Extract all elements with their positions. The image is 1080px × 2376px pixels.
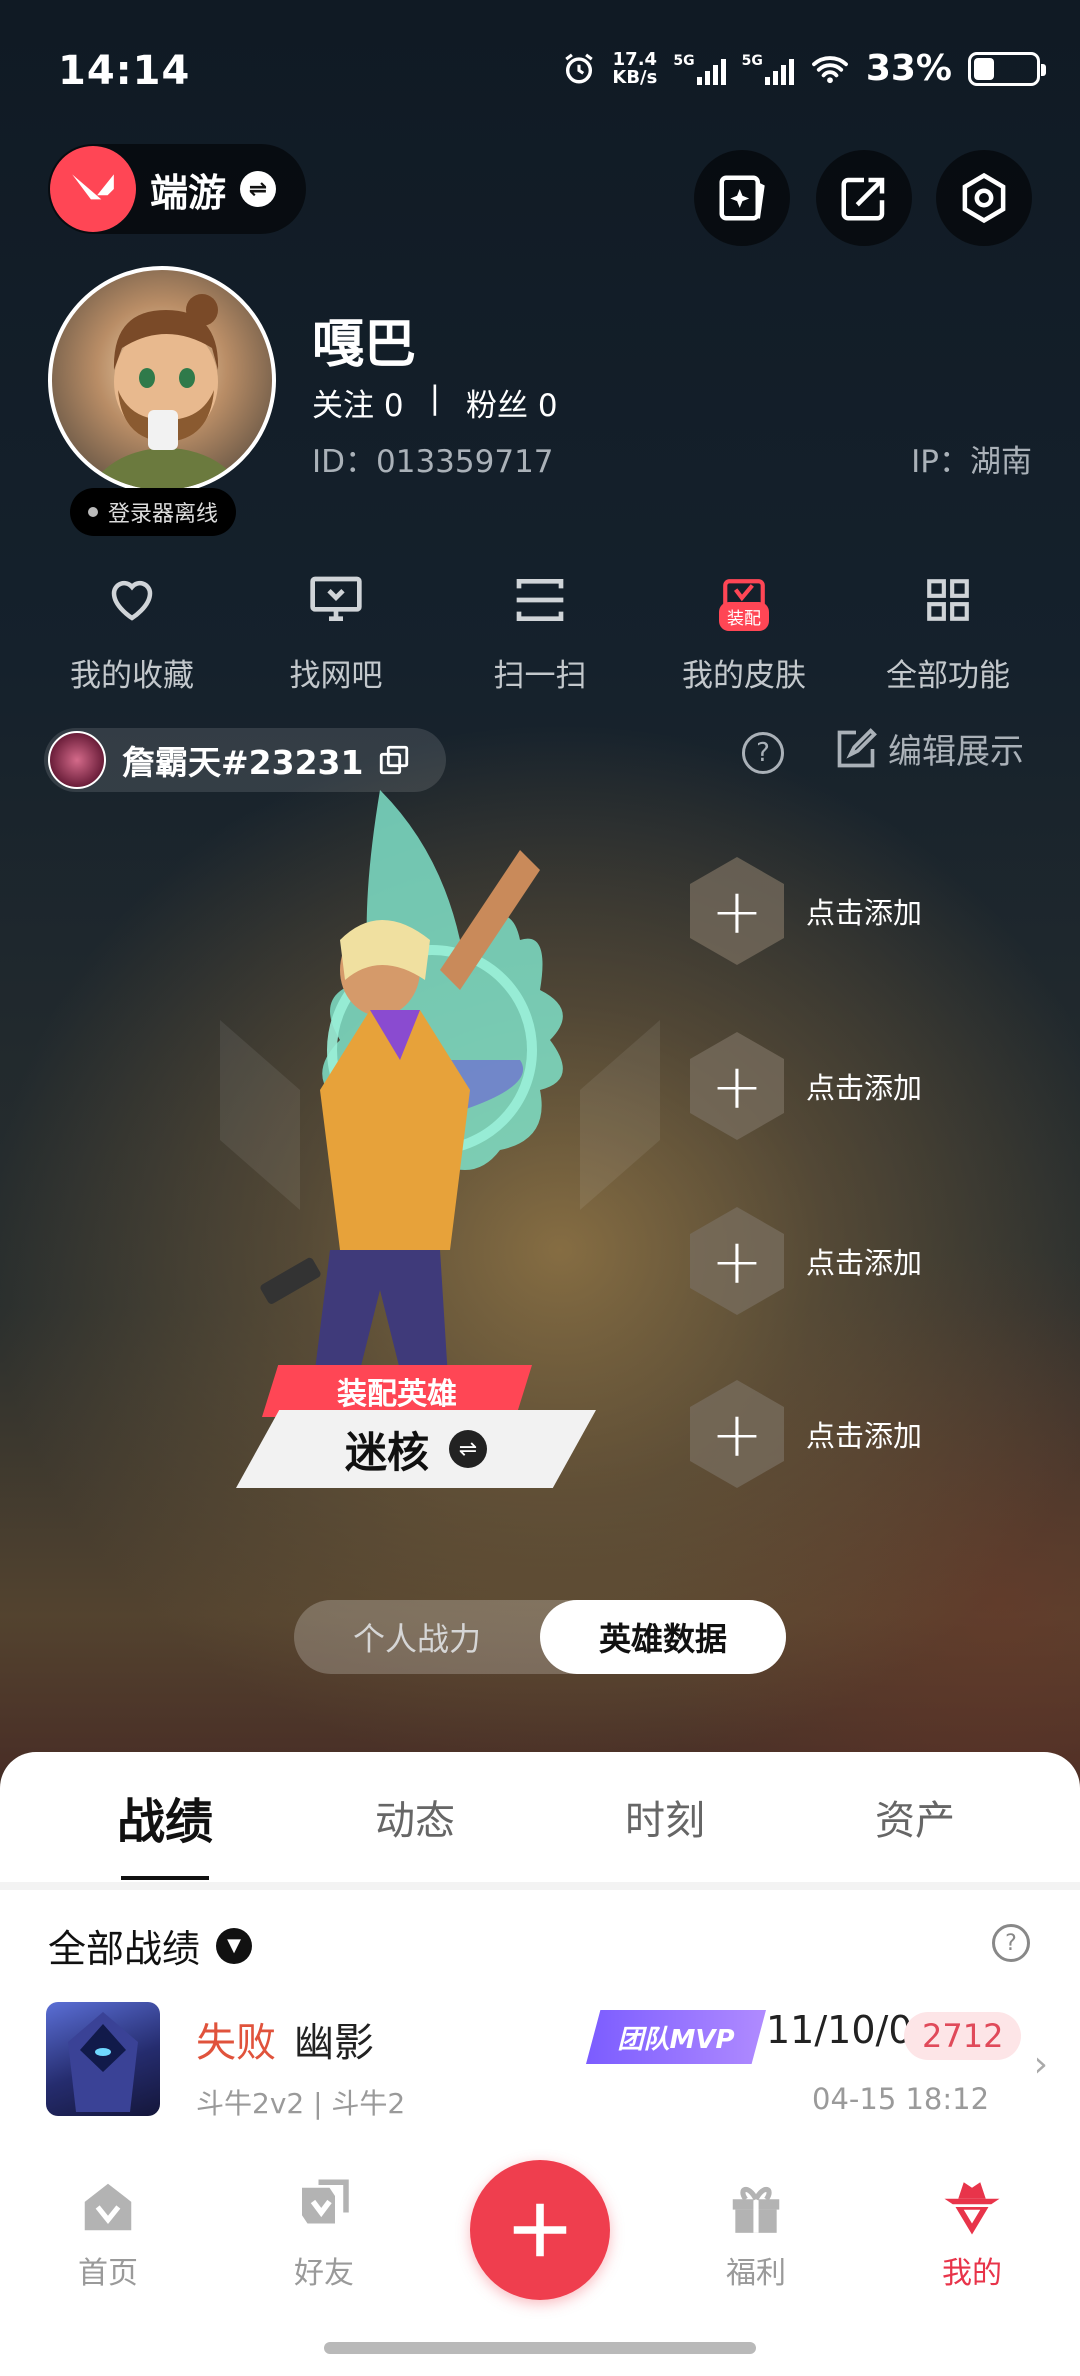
profile-page: 14:14 17.4 KB/s 5G 5G 33% 端游 ⇌ 登录器离线 嘎巴 … bbox=[0, 0, 1080, 2376]
app-switcher[interactable]: 端游 ⇌ bbox=[48, 144, 306, 234]
segment-hero-data[interactable]: 英雄数据 bbox=[540, 1600, 786, 1674]
add-slot[interactable]: + 点击添加 bbox=[690, 1378, 990, 1490]
help-icon[interactable]: ? bbox=[742, 732, 784, 774]
copy-icon[interactable] bbox=[377, 743, 411, 777]
settings-button[interactable] bbox=[936, 150, 1032, 246]
divider bbox=[0, 1882, 1080, 1890]
swap-icon: ⇌ bbox=[240, 171, 277, 207]
tab-bar: 战绩 动态 时刻 资产 bbox=[0, 1752, 1080, 1882]
plus-icon bbox=[513, 2203, 567, 2257]
followers-count[interactable]: 粉丝 0 bbox=[466, 380, 558, 425]
match-row[interactable]: 失败 幽影 斗牛2v2 | 斗牛2 团队MVP 11/10/0 2712 04-… bbox=[0, 2002, 1080, 2132]
quick-functions: 我的收藏 找网吧 扫一扫 装配 我的皮肤 全部功能 bbox=[0, 560, 1080, 695]
agent-hat-icon bbox=[944, 2182, 1000, 2235]
player-name: 詹霸天#23231 bbox=[122, 743, 364, 782]
clock: 14:14 bbox=[58, 48, 191, 94]
nav-home[interactable]: 首页 bbox=[38, 2172, 178, 2292]
sparkle-card-icon bbox=[719, 175, 765, 221]
net-speed: 17.4 KB/s bbox=[612, 48, 658, 88]
alarm-icon bbox=[565, 53, 594, 83]
stats-segment-control: 个人战力 英雄数据 bbox=[294, 1600, 786, 1674]
signal-1: 5G bbox=[673, 53, 726, 85]
follow-stats: 关注 0 | 粉丝 0 bbox=[312, 380, 558, 425]
function-all[interactable]: 全部功能 bbox=[848, 560, 1048, 695]
tab-assets[interactable]: 资产 bbox=[815, 1788, 1015, 1846]
match-score: 2712 bbox=[904, 2012, 1022, 2060]
scan-icon bbox=[516, 579, 564, 621]
plus-icon: + bbox=[690, 857, 784, 965]
create-post-button[interactable] bbox=[470, 2160, 610, 2300]
status-bar: 14:14 17.4 KB/s 5G 5G 33% bbox=[0, 0, 1080, 140]
signal-2: 5G bbox=[742, 53, 794, 85]
chevron-right-icon: › bbox=[1033, 2044, 1048, 2085]
grid-icon bbox=[927, 579, 969, 621]
match-mode: 斗牛2v2 | 斗牛2 bbox=[196, 2087, 406, 2120]
chevron-down-icon: ▼ bbox=[216, 1927, 253, 1964]
status-icons: 17.4 KB/s 5G 5G 33% bbox=[562, 48, 1046, 89]
ip-location: IP：湖南 bbox=[911, 444, 1032, 480]
equipped-hero-name[interactable]: 迷核 ⇌ bbox=[236, 1410, 596, 1488]
mvp-badge: 团队MVP bbox=[586, 2010, 766, 2064]
monitor-icon bbox=[310, 576, 362, 621]
signal-bars-icon bbox=[696, 53, 726, 85]
function-my-skins[interactable]: 装配 我的皮肤 bbox=[644, 560, 844, 695]
valorant-logo-icon bbox=[50, 146, 136, 232]
function-find-cafe[interactable]: 找网吧 bbox=[236, 560, 436, 695]
heart-icon bbox=[111, 580, 153, 621]
home-indicator bbox=[324, 2342, 756, 2354]
tab-moments[interactable]: 时刻 bbox=[565, 1788, 765, 1846]
stats-separator: | bbox=[429, 380, 441, 416]
gift-icon bbox=[732, 2186, 780, 2233]
match-kda: 11/10/0 bbox=[766, 2008, 913, 2052]
match-hero: 幽影 bbox=[294, 2020, 374, 2066]
launcher-status-badge: 登录器离线 bbox=[70, 488, 237, 536]
battery-icon bbox=[968, 51, 1046, 86]
add-slot[interactable]: + 点击添加 bbox=[690, 1205, 990, 1317]
equip-badge: 装配 bbox=[719, 602, 769, 631]
player-tag[interactable]: 詹霸天#23231 bbox=[44, 728, 446, 792]
match-result: 失败 bbox=[196, 2020, 276, 2066]
function-favorites[interactable]: 我的收藏 bbox=[32, 560, 232, 695]
nav-benefits[interactable]: 福利 bbox=[686, 2172, 826, 2292]
edit-display-button[interactable]: 编辑展示 bbox=[834, 724, 1024, 773]
records-help-icon[interactable]: ? bbox=[992, 1924, 1030, 1962]
friends-icon bbox=[302, 2179, 349, 2224]
plus-icon: + bbox=[690, 1032, 784, 1140]
match-time: 04-15 18:12 bbox=[812, 2082, 990, 2116]
following-count[interactable]: 关注 0 bbox=[312, 380, 404, 425]
settings-hex-icon bbox=[962, 172, 1006, 224]
app-name: 端游 bbox=[150, 170, 227, 215]
records-filter[interactable]: 全部战绩 ▼ bbox=[48, 1918, 253, 1973]
add-slot[interactable]: + 点击添加 bbox=[690, 855, 990, 967]
signal-bars-icon bbox=[764, 53, 794, 85]
tab-activity[interactable]: 动态 bbox=[315, 1788, 515, 1846]
add-slot[interactable]: + 点击添加 bbox=[690, 1030, 990, 1142]
username: 嘎巴 bbox=[312, 315, 417, 375]
user-id: ID：013359717 bbox=[312, 444, 554, 480]
plus-icon: + bbox=[690, 1380, 784, 1488]
sparkle-card-button[interactable] bbox=[694, 150, 790, 246]
avatar[interactable] bbox=[48, 266, 276, 494]
wifi-icon bbox=[811, 55, 848, 83]
tab-records[interactable]: 战绩 bbox=[65, 1782, 265, 1852]
plus-icon: + bbox=[690, 1207, 784, 1315]
nav-friends[interactable]: 好友 bbox=[254, 2172, 394, 2292]
edit-icon bbox=[837, 727, 877, 767]
equipped-hero-badge: 装配英雄 bbox=[262, 1365, 532, 1417]
player-avatar bbox=[48, 731, 106, 789]
swap-hero-icon[interactable]: ⇌ bbox=[449, 1430, 487, 1468]
home-icon bbox=[84, 2183, 132, 2231]
share-button[interactable] bbox=[816, 150, 912, 246]
share-icon bbox=[841, 177, 885, 221]
nav-me[interactable]: 我的 bbox=[902, 2172, 1042, 2292]
battery-percent: 33% bbox=[865, 48, 952, 89]
segment-personal-power[interactable]: 个人战力 bbox=[294, 1600, 540, 1674]
function-scan[interactable]: 扫一扫 bbox=[440, 560, 640, 695]
match-hero-avatar bbox=[46, 2002, 160, 2116]
